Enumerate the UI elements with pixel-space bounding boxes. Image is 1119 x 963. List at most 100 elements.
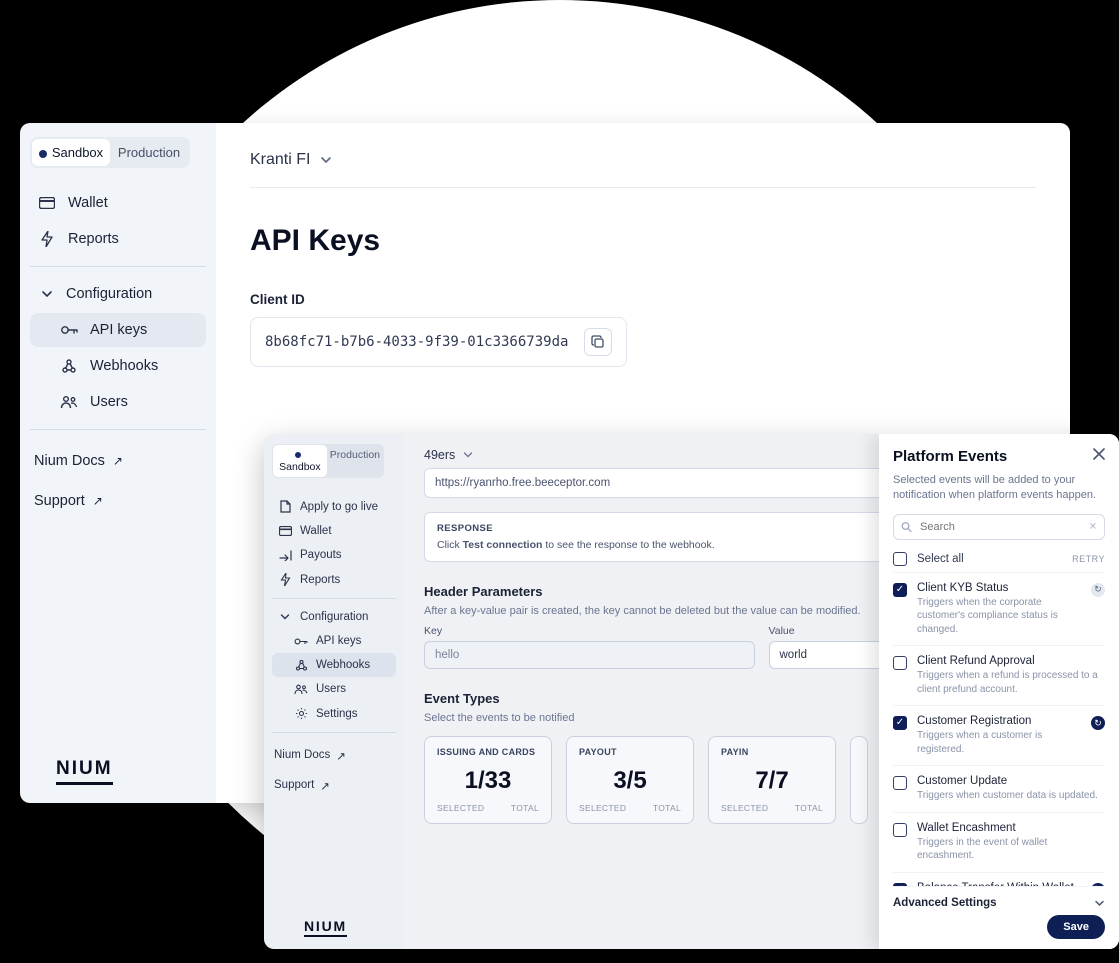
platform-events-drawer: Platform Events Selected events will be … — [879, 434, 1119, 949]
sidebar-2: Sandbox Production Apply to go live Wall… — [264, 434, 404, 949]
card-count: 7/7 — [721, 767, 823, 795]
nav2-divider — [272, 598, 396, 599]
webhooks-window: Sandbox Production Apply to go live Wall… — [264, 434, 1119, 949]
chevron-down-icon — [278, 612, 292, 622]
client-id-value: 8b68fc71-b7b6-4033-9f39-01c3366739da — [265, 334, 568, 350]
search-icon — [901, 521, 912, 532]
key-label: Key — [424, 625, 755, 637]
nav-api-keys[interactable]: API keys — [30, 313, 206, 347]
nav-configuration[interactable]: Configuration — [30, 277, 206, 311]
link-nium-docs[interactable]: Nium Docs↗ — [30, 444, 206, 478]
client-id-label: Client ID — [250, 292, 1036, 307]
card-total-label: TOTAL — [653, 803, 681, 813]
sidebar: Sandbox Production Wallet Reports Config… — [20, 123, 216, 803]
retry-header: RETRY — [1072, 554, 1105, 564]
link2-nium-docs[interactable]: Nium Docs↗ — [272, 743, 396, 769]
event-checkbox[interactable] — [893, 823, 907, 837]
link2-support[interactable]: Support↗ — [272, 773, 396, 799]
nav2-settings[interactable]: Settings — [272, 701, 396, 726]
chevron-down-icon — [320, 154, 332, 166]
event-type-card[interactable]: ISSUING AND CARDS 1/33 SELECTEDTOTAL — [424, 736, 552, 824]
copy-icon — [591, 335, 605, 349]
wallet-icon — [38, 197, 56, 209]
nav2-configuration[interactable]: Configuration — [272, 605, 396, 629]
select-all-checkbox[interactable] — [893, 552, 907, 566]
webhook-icon — [60, 359, 78, 373]
wallet-icon — [278, 526, 292, 536]
environment-toggle[interactable]: Sandbox Production — [30, 137, 190, 168]
event-description: Triggers when a refund is processed to a… — [917, 669, 1105, 696]
event-checkbox[interactable] — [893, 776, 907, 790]
card-total-label: TOTAL — [511, 803, 539, 813]
event-checkbox[interactable] — [893, 583, 907, 597]
nav-reports[interactable]: Reports — [30, 222, 206, 256]
nav2-webhooks[interactable]: Webhooks — [272, 653, 396, 677]
nav-api-keys-label: API keys — [90, 322, 147, 338]
nav-users[interactable]: Users — [30, 385, 206, 419]
payouts-icon — [278, 550, 292, 561]
close-button[interactable] — [1089, 444, 1109, 464]
env-sandbox[interactable]: Sandbox — [32, 139, 110, 166]
event-name: Client KYB Status — [917, 582, 1081, 594]
event-description: Triggers in the event of wallet encashme… — [917, 836, 1105, 863]
nav2-api-keys[interactable]: API keys — [272, 629, 396, 653]
card-selected-label: SELECTED — [437, 803, 484, 813]
close-icon — [1093, 448, 1105, 460]
env2-sandbox[interactable]: Sandbox — [273, 445, 327, 477]
nav-webhooks[interactable]: Webhooks — [30, 349, 206, 383]
event-type-card[interactable]: PAYOUT 3/5 SELECTEDTOTAL — [566, 736, 694, 824]
external-link-icon: ↗ — [336, 749, 346, 763]
advanced-settings-toggle[interactable]: Advanced Settings — [893, 886, 1105, 915]
webhook-icon — [294, 660, 308, 671]
event-description: Triggers when the corporate customer's c… — [917, 596, 1081, 637]
brand-logo-2: NIUM — [304, 918, 347, 937]
nav2-wallet[interactable]: Wallet — [272, 519, 396, 543]
event-name: Customer Registration — [917, 715, 1081, 727]
retry-icon[interactable]: ↻ — [1091, 583, 1105, 597]
link-support[interactable]: Support↗ — [30, 484, 206, 518]
env2-production[interactable]: Production — [327, 445, 383, 477]
event-description: Triggers when customer data is updated. — [917, 789, 1105, 803]
card-selected-label: SELECTED — [721, 803, 768, 813]
nav2-users[interactable]: Users — [272, 677, 396, 701]
users-icon — [294, 684, 308, 695]
chevron-down-icon — [463, 450, 473, 460]
nav-divider-2 — [30, 429, 206, 430]
nav-wallet-label: Wallet — [68, 195, 108, 211]
drawer-title: Platform Events — [893, 448, 1105, 465]
search-input[interactable] — [893, 514, 1105, 540]
brand-logo: NIUM — [56, 758, 113, 785]
event-checkbox[interactable] — [893, 656, 907, 670]
env-production[interactable]: Production — [110, 139, 188, 166]
clear-search-button[interactable]: ✕ — [1089, 521, 1097, 532]
page-title: API Keys — [250, 224, 1036, 258]
bolt-icon — [278, 573, 292, 586]
copy-button[interactable] — [584, 328, 612, 356]
nav2-payouts[interactable]: Payouts — [272, 543, 396, 567]
environment-toggle-2[interactable]: Sandbox Production — [272, 444, 384, 478]
nav-webhooks-label: Webhooks — [90, 358, 158, 374]
key-icon — [294, 637, 308, 646]
event-row: Client Refund ApprovalTriggers when a re… — [893, 645, 1105, 705]
nav2-reports[interactable]: Reports — [272, 567, 396, 592]
event-type-card-peek — [850, 736, 868, 824]
key-input[interactable]: hello — [424, 641, 755, 669]
event-checkbox[interactable] — [893, 716, 907, 730]
search-field: ✕ — [893, 514, 1105, 540]
save-button[interactable]: Save — [1047, 915, 1105, 939]
nav2-apply-go-live[interactable]: Apply to go live — [272, 494, 396, 519]
env-active-dot — [39, 150, 47, 158]
event-row: Wallet Encashment Triggers in the event o… — [893, 812, 1105, 872]
file-icon — [278, 500, 292, 513]
event-name: Wallet Encashment — [917, 822, 1105, 834]
nav-wallet[interactable]: Wallet — [30, 186, 206, 220]
api-keys-panel: API Keys Client ID 8b68fc71-b7b6-4033-9f… — [250, 224, 1036, 367]
event-row: Balance Transfer Within WalletTriggers w… — [893, 872, 1105, 886]
event-type-card[interactable]: PAYIN 7/7 SELECTEDTOTAL — [708, 736, 836, 824]
breadcrumb[interactable]: Kranti FI — [250, 151, 1036, 188]
card-title: ISSUING AND CARDS — [437, 747, 539, 757]
card-total-label: TOTAL — [795, 803, 823, 813]
retry-icon[interactable]: ↻ — [1091, 716, 1105, 730]
gear-icon — [294, 707, 308, 720]
event-name: Customer Update — [917, 775, 1105, 787]
